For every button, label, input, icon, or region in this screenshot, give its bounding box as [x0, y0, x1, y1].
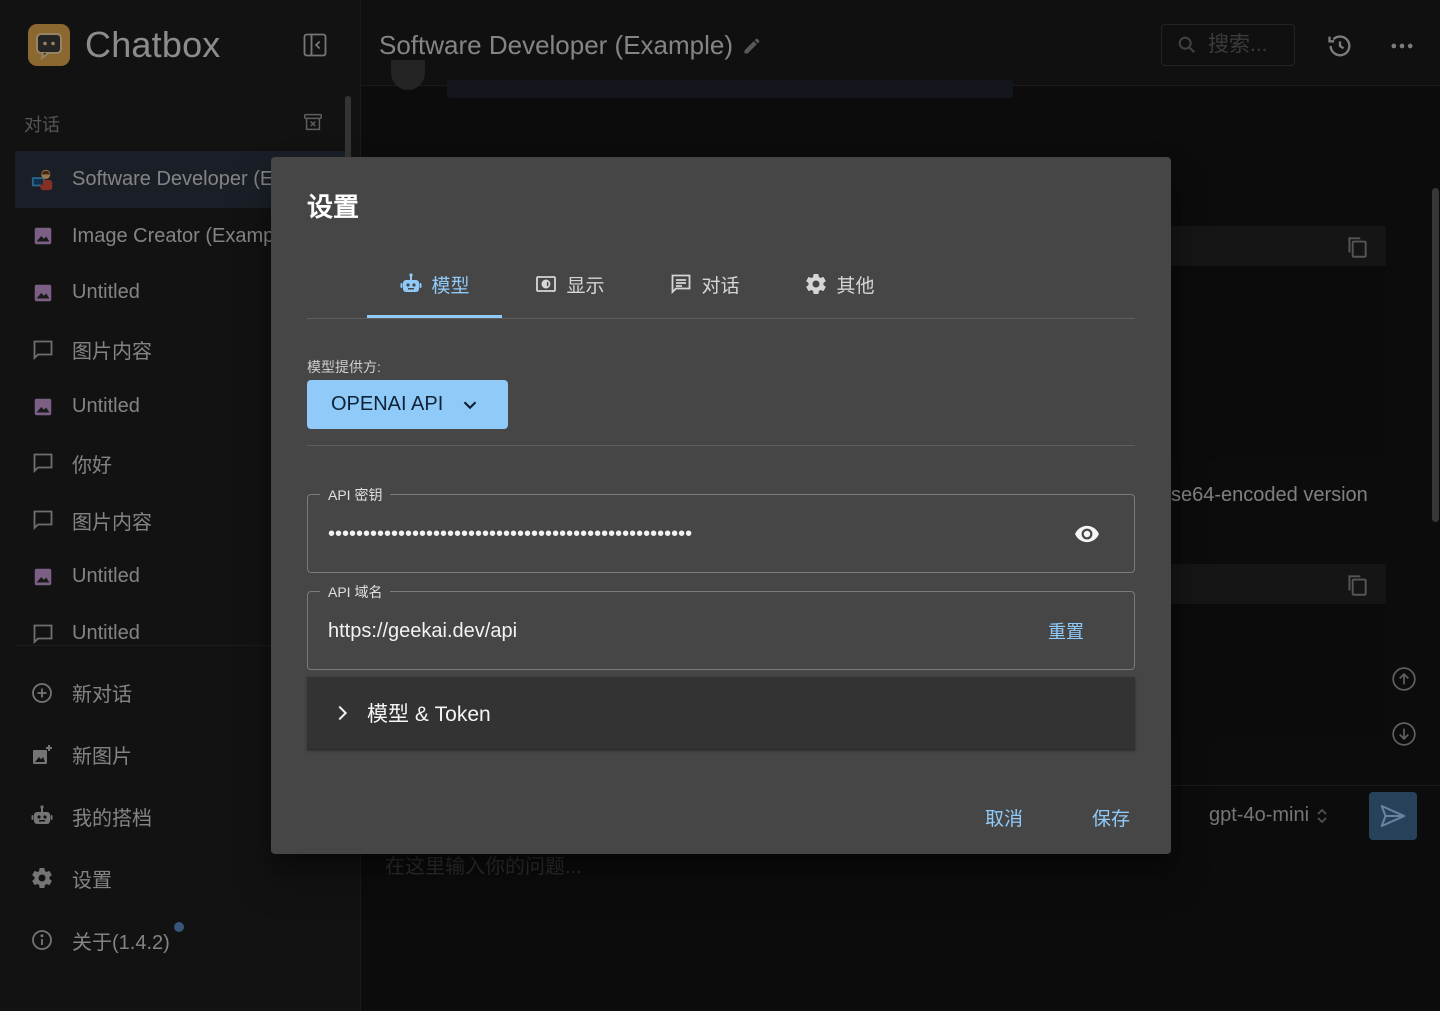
chevron-right-icon [331, 702, 353, 724]
tab-display[interactable]: 显示 [502, 251, 637, 317]
settings-tabs: 模型 显示 对话 其他 [367, 251, 907, 317]
chat-lines-icon [669, 272, 693, 296]
dialog-title: 设置 [307, 192, 360, 222]
api-key-input[interactable] [328, 517, 1028, 551]
reset-host-button[interactable]: 重置 [1048, 618, 1084, 644]
accordion-label: 模型 & Token [367, 703, 491, 726]
section-divider [307, 445, 1135, 446]
tab-label: 显示 [566, 275, 605, 297]
chevron-down-icon [459, 394, 481, 416]
settings-dialog: 设置 模型 显示 对话 其他 模型提供方: OPENAI API API 密钥 … [271, 157, 1171, 854]
robot-icon [399, 272, 423, 296]
cancel-button[interactable]: 取消 [985, 804, 1023, 831]
save-button[interactable]: 保存 [1092, 804, 1130, 831]
api-host-label: API 域名 [320, 582, 391, 602]
tab-other[interactable]: 其他 [772, 251, 907, 317]
provider-select-button[interactable]: OPENAI API [307, 380, 508, 429]
gear-icon [804, 272, 828, 296]
tab-model[interactable]: 模型 [367, 251, 502, 317]
tabs-divider [307, 318, 1135, 319]
tab-chat[interactable]: 对话 [637, 251, 772, 317]
api-key-label: API 密钥 [320, 485, 391, 505]
visibility-eye-icon[interactable] [1072, 521, 1102, 547]
api-host-field: API 域名 重置 [307, 582, 1135, 670]
display-icon [534, 272, 558, 296]
api-key-field: API 密钥 [307, 485, 1135, 573]
provider-label: 模型提供方: [307, 359, 381, 375]
tab-label: 模型 [431, 275, 470, 297]
api-host-input[interactable] [328, 614, 1028, 648]
provider-value: OPENAI API [331, 393, 444, 415]
tab-label: 其他 [836, 275, 875, 297]
tab-label: 对话 [701, 275, 740, 297]
model-token-accordion[interactable]: 模型 & Token [307, 677, 1135, 750]
